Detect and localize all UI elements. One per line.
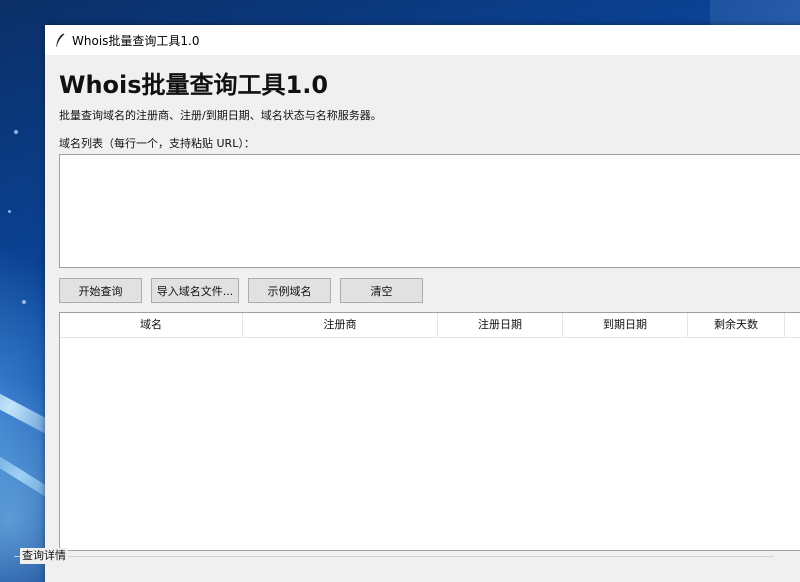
sample-domains-button[interactable]: 示例域名: [248, 278, 331, 303]
start-query-button[interactable]: 开始查询: [59, 278, 142, 303]
main-content: Whois批量查询工具1.0 批量查询域名的注册商、注册/到期日期、域名状态与名…: [45, 69, 800, 551]
feather-icon: [56, 33, 65, 47]
domain-list-label: 域名列表（每行一个，支持粘贴 URL）：: [59, 137, 255, 150]
domain-list-input[interactable]: [59, 154, 800, 268]
page-title: Whois批量查询工具1.0: [59, 71, 329, 99]
column-header-expiry-date[interactable]: 到期日期: [563, 313, 688, 337]
clear-button[interactable]: 清空: [340, 278, 423, 303]
wallpaper-dot: [8, 210, 11, 213]
results-table[interactable]: 域名 注册商 注册日期 到期日期 剩余天数: [59, 312, 800, 551]
page-subtitle: 批量查询域名的注册商、注册/到期日期、域名状态与名称服务器。: [59, 109, 382, 122]
column-header-registrar[interactable]: 注册商: [243, 313, 438, 337]
column-header-days-left[interactable]: 剩余天数: [688, 313, 785, 337]
title-bar[interactable]: Whois批量查询工具1.0: [45, 25, 800, 55]
column-header-created-date[interactable]: 注册日期: [438, 313, 563, 337]
main-window: Whois批量查询工具1.0 Whois批量查询工具1.0 批量查询域名的注册商…: [45, 25, 800, 582]
details-group: 查询详情: [14, 548, 774, 568]
details-label: 查询详情: [20, 548, 68, 564]
column-header-domain[interactable]: 域名: [60, 313, 243, 337]
table-header: 域名 注册商 注册日期 到期日期 剩余天数: [60, 313, 800, 338]
wallpaper-dot: [14, 130, 18, 134]
window-title: Whois批量查询工具1.0: [72, 33, 200, 48]
column-header-extra[interactable]: [785, 313, 800, 337]
wallpaper-dot: [22, 300, 26, 304]
details-divider: [14, 556, 774, 557]
import-file-button[interactable]: 导入域名文件...: [151, 278, 239, 303]
toolbar: 开始查询 导入域名文件... 示例域名 清空: [59, 278, 800, 303]
desktop-taskbar-fragment: [710, 0, 800, 25]
